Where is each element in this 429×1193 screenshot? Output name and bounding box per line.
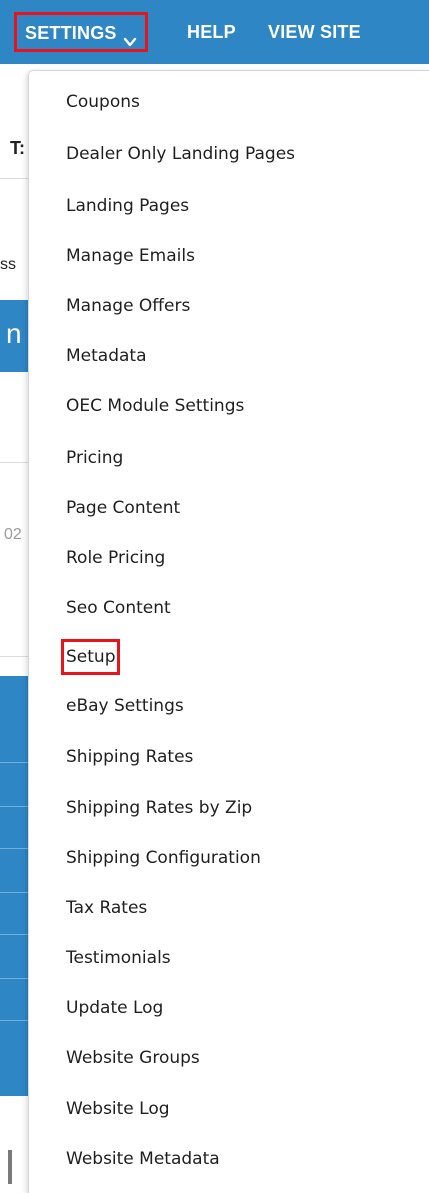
chevron-down-icon bbox=[123, 25, 137, 47]
background-divider bbox=[0, 656, 28, 657]
menu-item-pricing[interactable]: Pricing bbox=[66, 443, 123, 473]
help-link[interactable]: HELP bbox=[187, 0, 236, 64]
menu-item-role-pricing[interactable]: Role Pricing bbox=[66, 543, 165, 573]
menu-item-manage-offers[interactable]: Manage Offers bbox=[66, 291, 190, 321]
view-site-link[interactable]: VIEW SITE bbox=[268, 0, 361, 64]
background-row-divider bbox=[0, 934, 28, 935]
menu-item-testimonials[interactable]: Testimonials bbox=[66, 943, 171, 973]
menu-item-shipping-configuration[interactable]: Shipping Configuration bbox=[66, 843, 261, 873]
menu-item-manage-emails[interactable]: Manage Emails bbox=[66, 241, 195, 271]
menu-item-shipping-rates-by-zip[interactable]: Shipping Rates by Zip bbox=[66, 793, 252, 823]
settings-dropdown-menu: Coupons Dealer Only Landing Pages Landin… bbox=[28, 70, 429, 1193]
background-text-fragment: T: bbox=[10, 138, 25, 158]
background-row-divider bbox=[0, 978, 28, 979]
settings-label: SETTINGS bbox=[25, 23, 117, 43]
background-text-fragment: 02 bbox=[4, 526, 22, 543]
background-blue-banner: n bbox=[0, 300, 28, 372]
background-divider bbox=[0, 462, 28, 463]
menu-item-landing-pages[interactable]: Landing Pages bbox=[66, 191, 189, 221]
menu-item-website-metadata[interactable]: Website Metadata bbox=[66, 1144, 220, 1174]
top-nav-bar: SETTINGS HELP VIEW SITE bbox=[0, 0, 429, 64]
menu-item-setup[interactable]: Setup bbox=[60, 639, 121, 675]
menu-item-page-content[interactable]: Page Content bbox=[66, 493, 180, 523]
settings-menu-button[interactable]: SETTINGS bbox=[14, 12, 148, 52]
menu-item-coupons[interactable]: Coupons bbox=[66, 87, 140, 117]
menu-item-tax-rates[interactable]: Tax Rates bbox=[66, 893, 147, 923]
menu-item-oec-module-settings[interactable]: OEC Module Settings bbox=[66, 391, 244, 421]
background-row-divider bbox=[0, 762, 28, 763]
menu-item-seo-content[interactable]: Seo Content bbox=[66, 593, 171, 623]
menu-item-shipping-rates[interactable]: Shipping Rates bbox=[66, 742, 193, 772]
menu-item-update-log[interactable]: Update Log bbox=[66, 993, 163, 1023]
background-row-divider bbox=[0, 806, 28, 807]
menu-item-website-log[interactable]: Website Log bbox=[66, 1094, 170, 1124]
background-row-divider bbox=[0, 848, 28, 849]
menu-item-metadata[interactable]: Metadata bbox=[66, 341, 147, 371]
menu-item-website-groups[interactable]: Website Groups bbox=[66, 1043, 200, 1073]
background-text-fragment: n bbox=[6, 318, 22, 349]
menu-item-ebay-settings[interactable]: eBay Settings bbox=[66, 691, 184, 721]
background-blue-table bbox=[0, 676, 28, 1096]
background-row-divider bbox=[0, 1020, 28, 1021]
background-scroll-indicator bbox=[8, 1150, 12, 1184]
background-row-divider bbox=[0, 892, 28, 893]
menu-item-dealer-only-landing-pages[interactable]: Dealer Only Landing Pages bbox=[66, 139, 295, 169]
background-text-fragment: ss bbox=[0, 256, 16, 273]
background-divider bbox=[0, 178, 28, 179]
